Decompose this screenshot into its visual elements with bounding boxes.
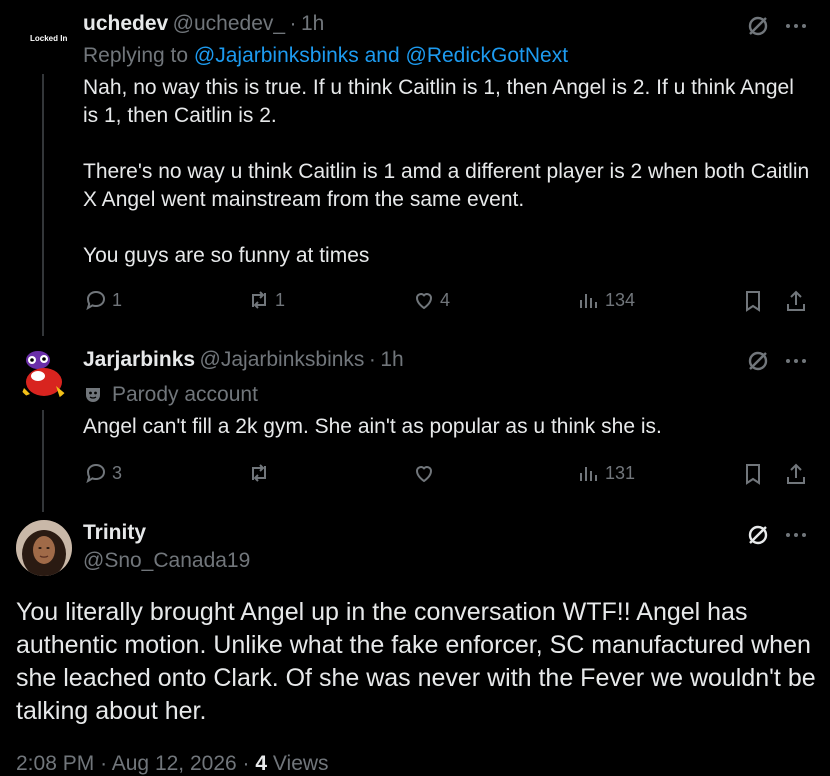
author-name[interactable]: Trinity <box>83 521 146 544</box>
avatar[interactable] <box>16 346 72 402</box>
avatar[interactable] <box>16 520 72 576</box>
reply-button[interactable]: 3 <box>84 461 122 485</box>
share-icon <box>787 290 805 311</box>
grok-icon[interactable] <box>745 522 771 548</box>
avatar-image <box>20 351 68 398</box>
tweet-text: You literally brought Angel up in the co… <box>16 598 816 725</box>
grok-icon[interactable] <box>745 348 771 374</box>
views-button[interactable]: 131 <box>577 461 635 485</box>
like-button[interactable] <box>412 461 440 485</box>
tweet-text: Angel can't fill a 2k gym. She ain't as … <box>83 415 662 438</box>
views-label: Views <box>272 752 329 775</box>
views-count: 4 <box>255 752 268 775</box>
grok-icon[interactable] <box>745 13 771 39</box>
reply-button[interactable]: 1 <box>84 288 122 312</box>
timestamp[interactable]: 1h <box>380 348 403 371</box>
thread-line <box>42 74 44 336</box>
more-icon[interactable] <box>783 13 809 39</box>
repost-icon <box>252 291 266 309</box>
reply-icon <box>86 290 106 311</box>
separator: · <box>100 752 108 775</box>
parody-mask-icon <box>86 388 100 402</box>
bookmark-icon <box>746 291 760 312</box>
share-button[interactable] <box>783 461 809 487</box>
bookmark-icon <box>746 464 760 485</box>
author-handle[interactable]: @uchedev_ <box>173 12 285 35</box>
bookmark-button[interactable] <box>740 288 766 314</box>
author-handle[interactable]: @Sno_Canada19 <box>83 549 250 572</box>
heart-icon <box>415 466 433 483</box>
more-icon[interactable] <box>783 522 809 548</box>
tweet-text: Nah, no way this is true. If u think Cai… <box>83 76 810 267</box>
timestamp[interactable]: 1h <box>301 12 324 35</box>
replying-to-link[interactable]: @Jajarbinksbinks and @RedickGotNext <box>194 44 568 67</box>
like-button[interactable]: 4 <box>412 288 450 312</box>
thread-line <box>42 410 44 512</box>
post-date[interactable]: Aug 12, 2026 <box>112 752 237 775</box>
repost-count: 1 <box>275 289 286 310</box>
separator: · <box>368 348 376 371</box>
locked-in-logo: Locked In <box>30 34 68 43</box>
separator: · <box>242 752 250 775</box>
post-time[interactable]: 2:08 PM <box>16 752 94 775</box>
tweet-meta: 2:08 PM · Aug 12, 2026 · 4 Views <box>16 752 329 776</box>
reply-count: 1 <box>112 289 123 310</box>
avatar[interactable]: Locked In <box>16 12 72 68</box>
repost-button[interactable] <box>247 461 275 485</box>
reply-icon <box>86 463 106 484</box>
reply-count: 3 <box>112 462 123 483</box>
views-icon <box>580 294 597 308</box>
heart-icon <box>415 293 433 310</box>
views-count: 131 <box>605 462 636 483</box>
avatar-image <box>16 520 72 576</box>
share-icon <box>787 463 805 484</box>
share-button[interactable] <box>783 288 809 314</box>
author-handle[interactable]: @Jajarbinksbinks <box>200 348 365 371</box>
author-name[interactable]: uchedev <box>83 12 168 35</box>
replying-to: Replying to @Jajarbinksbinks and @Redick… <box>83 44 569 67</box>
bookmark-button[interactable] <box>740 461 766 487</box>
more-icon[interactable] <box>783 348 809 374</box>
views-count: 134 <box>605 289 636 310</box>
parody-label: Parody account <box>83 383 258 407</box>
repost-icon <box>252 464 266 482</box>
separator: · <box>289 12 297 35</box>
views-icon <box>580 467 597 481</box>
author-name[interactable]: Jarjarbinks <box>83 348 195 371</box>
like-count: 4 <box>440 289 451 310</box>
repost-button[interactable]: 1 <box>247 288 285 312</box>
views-button[interactable]: 134 <box>577 288 635 312</box>
